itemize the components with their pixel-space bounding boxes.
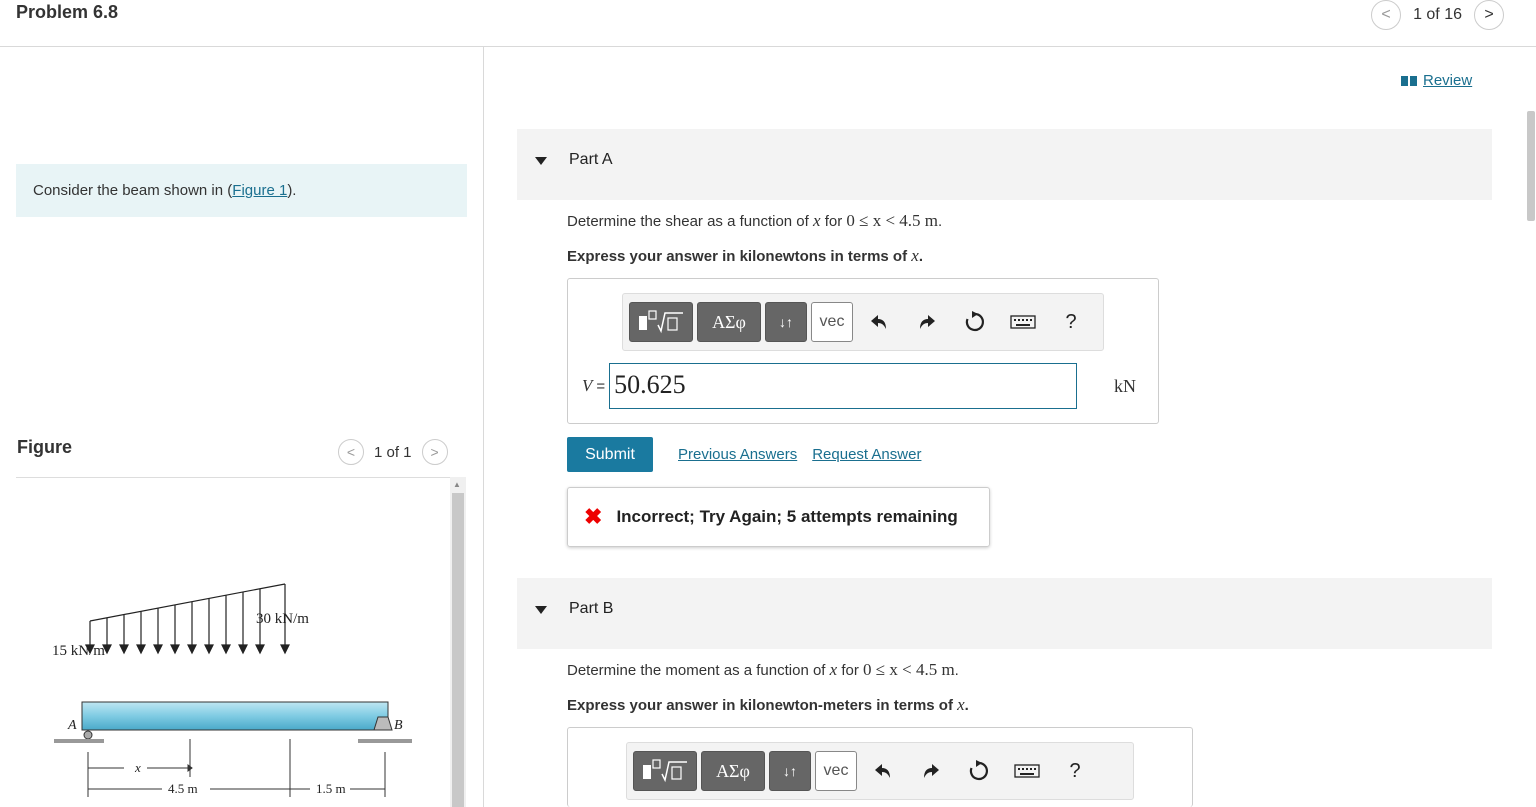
equals-sign: = — [596, 377, 606, 395]
figure-scrollbar[interactable]: ▲ — [450, 477, 466, 807]
part-a-instruction-var: x — [911, 246, 919, 265]
figure-pager: < 1 of 1 > — [338, 439, 448, 465]
part-a-instruction-end: . — [918, 248, 923, 265]
part-b-question: Determine the moment as a function of x … — [567, 660, 959, 680]
part-a-question-math: 0 ≤ x < 4.5 m — [846, 211, 939, 230]
unit-label: kN — [1114, 376, 1136, 396]
part-a-instruction: Express your answer in kilonewtons in te… — [567, 246, 923, 266]
prev-problem-button[interactable]: < — [1371, 0, 1402, 30]
review-link[interactable]: Review — [1423, 72, 1472, 89]
templates-icon — [639, 310, 683, 334]
collapse-triangle-icon[interactable] — [535, 606, 547, 614]
undo-icon[interactable] — [861, 751, 905, 791]
templates-icon — [643, 759, 687, 783]
part-a-header[interactable]: Part A — [517, 129, 1492, 200]
ground-a — [54, 739, 104, 743]
part-a-answer-input[interactable]: 50.625 — [609, 363, 1078, 409]
part-a-question-end: . — [938, 213, 943, 230]
part-b-answer-box: ΑΣφ ↓↑ vec ? — [567, 727, 1193, 807]
reset-icon[interactable] — [957, 751, 1001, 791]
feedback-box: ✖ Incorrect; Try Again; 5 attempts remai… — [567, 487, 990, 547]
part-b-label: Part B — [569, 600, 614, 617]
reset-icon[interactable] — [953, 302, 997, 342]
load-left-label: 15 kN/m — [52, 643, 105, 659]
scroll-up-icon[interactable]: ▲ — [453, 480, 461, 489]
next-figure-button[interactable]: > — [421, 439, 448, 465]
main-scroll-thumb[interactable] — [1527, 111, 1535, 221]
problem-intro: Consider the beam shown in (Figure 1). — [16, 164, 467, 217]
part-b-question-mid: for — [837, 662, 864, 679]
part-a-actions: Submit Previous Answers Request Answer — [567, 437, 921, 472]
point-a-label: A — [67, 718, 77, 733]
feedback-text: Incorrect; Try Again; 5 attempts remaini… — [616, 507, 958, 526]
problem-pager: < 1 of 16 > — [1371, 0, 1504, 30]
part-b-instruction: Express your answer in kilonewton-meters… — [567, 695, 969, 715]
intro-text-suffix: ). — [287, 182, 297, 199]
part-b-question-end: . — [954, 662, 959, 679]
x-dim-label: x — [134, 760, 141, 775]
figure-pager-text: 1 of 1 — [374, 443, 412, 461]
support-a-roller — [83, 730, 93, 740]
error-x-icon: ✖ — [584, 504, 603, 529]
templates-button[interactable] — [629, 302, 693, 342]
problem-title: Problem 6.8 — [16, 2, 119, 22]
top-bar: Problem 6.8 < 1 of 16 > — [0, 0, 1536, 47]
main-scrollbar[interactable] — [1524, 97, 1536, 807]
redo-icon[interactable] — [905, 302, 949, 342]
collapse-triangle-icon[interactable] — [535, 157, 547, 165]
right-panel: Review Part A Determine the shear as a f… — [485, 47, 1536, 807]
help-button[interactable]: ? — [1053, 751, 1097, 791]
book-icon — [1401, 75, 1417, 86]
figure-link[interactable]: Figure 1 — [232, 182, 287, 199]
part-b-header[interactable]: Part B — [517, 578, 1492, 649]
keyboard-icon[interactable] — [1005, 751, 1049, 791]
problem-pager-text: 1 of 16 — [1413, 6, 1462, 23]
request-answer-link[interactable]: Request Answer — [812, 446, 921, 463]
greek-symbols-button[interactable]: ΑΣφ — [697, 302, 761, 342]
figure-label: Figure — [17, 437, 73, 457]
part-b-instruction-prefix: Express your answer in kilonewton-meters… — [567, 697, 958, 714]
part-a-question-mid: for — [820, 213, 847, 230]
ground-b — [358, 739, 412, 743]
figure-scroll-thumb[interactable] — [452, 493, 464, 807]
point-b-label: B — [394, 718, 403, 733]
left-panel: Consider the beam shown in (Figure 1). F… — [0, 47, 484, 807]
undo-icon[interactable] — [857, 302, 901, 342]
part-b-math-toolbar: ΑΣφ ↓↑ vec ? — [626, 742, 1134, 800]
part-b-question-math: 0 ≤ x < 4.5 m — [863, 660, 955, 679]
part-a-math-toolbar: ΑΣφ ↓↑ vec ? — [622, 293, 1104, 351]
prev-figure-button[interactable]: < — [338, 439, 364, 465]
beam-body — [81, 701, 389, 731]
part-a-question-prefix: Determine the shear as a function of — [567, 213, 813, 230]
keyboard-icon[interactable] — [1001, 302, 1045, 342]
part-a-question-var: x — [812, 211, 821, 230]
submit-button[interactable]: Submit — [567, 437, 653, 472]
help-button[interactable]: ? — [1049, 302, 1093, 342]
part-b-question-prefix: Determine the moment as a function of — [567, 662, 830, 679]
previous-answers-link[interactable]: Previous Answers — [678, 446, 797, 463]
part-a-label: Part A — [569, 151, 613, 168]
sort-arrows-button[interactable]: ↓↑ — [765, 302, 807, 342]
part-a-answer-box: ΑΣφ ↓↑ vec ? V = 50.625 kN — [567, 278, 1159, 424]
dim-right-label: 1.5 m — [316, 781, 346, 796]
vec-button[interactable]: vec — [815, 751, 857, 791]
sort-arrows-button[interactable]: ↓↑ — [769, 751, 811, 791]
part-a-question: Determine the shear as a function of x f… — [567, 211, 942, 231]
part-b-instruction-var: x — [957, 695, 965, 714]
load-right-label: 30 kN/m — [256, 611, 309, 627]
figure-divider — [16, 477, 452, 478]
dim-left-label: 4.5 m — [168, 781, 198, 796]
vec-button[interactable]: vec — [811, 302, 853, 342]
greek-symbols-button[interactable]: ΑΣφ — [701, 751, 765, 791]
next-problem-button[interactable]: > — [1474, 0, 1504, 30]
templates-button[interactable] — [633, 751, 697, 791]
part-b-instruction-end: . — [964, 697, 969, 714]
part-a-input-row: V = 50.625 — [582, 363, 1078, 409]
review-link-wrap[interactable]: Review — [1401, 72, 1472, 89]
part-a-instruction-prefix: Express your answer in kilonewtons in te… — [567, 248, 912, 265]
intro-text-prefix: Consider the beam shown in ( — [33, 182, 233, 199]
beam-figure: 30 kN/m 15 kN/m A B x 4.5 m 1.5 m — [52, 583, 412, 797]
variable-v: V — [582, 376, 593, 395]
redo-icon[interactable] — [909, 751, 953, 791]
